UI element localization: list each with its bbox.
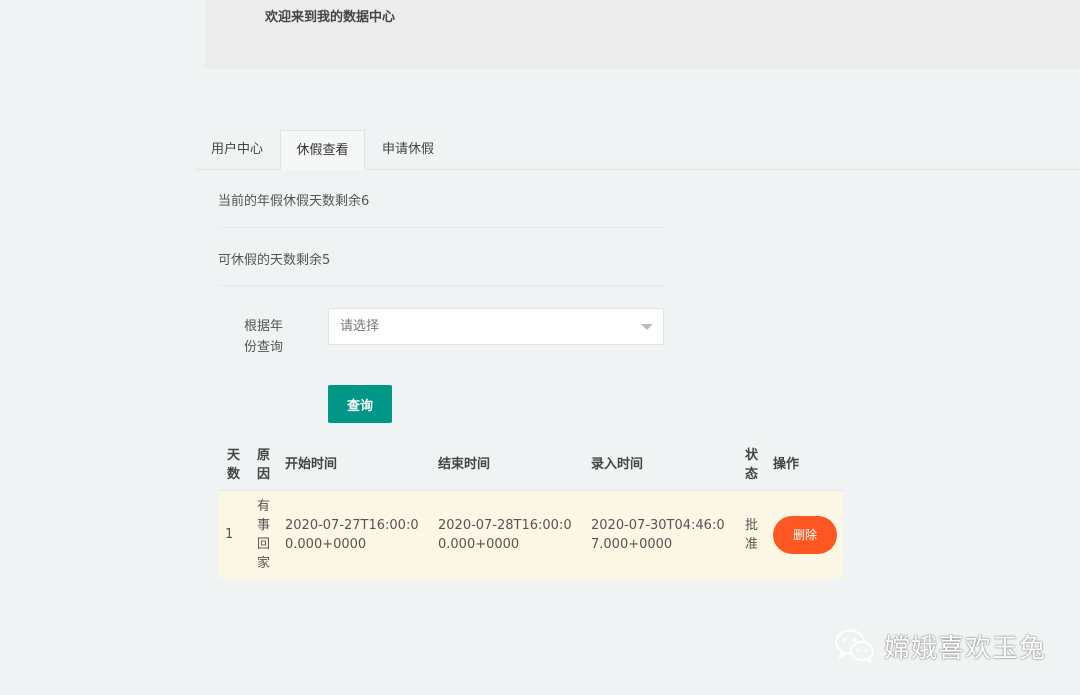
divider xyxy=(218,285,665,286)
year-filter-label: 根据年份查询 xyxy=(244,319,284,355)
column-header-created: 录入时间 xyxy=(584,440,736,491)
chevron-down-icon xyxy=(641,324,653,330)
column-header-status: 状态 xyxy=(736,440,766,491)
tab-leave-view[interactable]: 休假查看 xyxy=(280,130,365,170)
available-days-remaining: 可休假的天数剩余5 xyxy=(218,253,331,268)
table-row: 1 有事回家 2020-07-27T16:00:00.000+0000 2020… xyxy=(218,490,843,579)
column-header-start: 开始时间 xyxy=(278,440,431,491)
column-header-end: 结束时间 xyxy=(431,440,584,491)
cell-days: 1 xyxy=(218,490,248,579)
leave-table: 天数 原因 开始时间 结束时间 录入时间 状态 操作 1 有事回家 2020-0… xyxy=(218,440,843,579)
table-header-row: 天数 原因 开始时间 结束时间 录入时间 状态 操作 xyxy=(218,440,843,491)
cell-status: 批准 xyxy=(736,490,766,579)
delete-button[interactable]: 删除 xyxy=(773,515,837,554)
cell-end: 2020-07-28T16:00:00.000+0000 xyxy=(431,490,584,579)
annual-leave-remaining: 当前的年假休假天数剩余6 xyxy=(218,194,370,209)
year-select-placeholder: 请选择 xyxy=(340,319,380,334)
divider xyxy=(218,227,665,228)
cell-reason: 有事回家 xyxy=(248,490,278,579)
year-select[interactable]: 请选择 xyxy=(328,308,664,345)
cell-start: 2020-07-27T16:00:00.000+0000 xyxy=(278,490,431,579)
tab-bar: 用户中心 休假查看 申请休假 xyxy=(197,130,1080,170)
wechat-icon xyxy=(835,629,874,663)
cell-action: 删除 xyxy=(766,490,843,579)
query-button[interactable]: 查询 xyxy=(328,385,392,423)
welcome-text: 欢迎来到我的数据中心 xyxy=(265,10,396,25)
column-header-days: 天数 xyxy=(218,440,248,491)
cell-created: 2020-07-30T04:46:07.000+0000 xyxy=(584,490,736,579)
watermark-text: 嫦娥喜欢玉兔 xyxy=(884,633,1047,664)
column-header-action: 操作 xyxy=(766,440,843,491)
column-header-reason: 原因 xyxy=(248,440,278,491)
tab-apply-leave[interactable]: 申请休假 xyxy=(368,130,448,169)
watermark: 嫦娥喜欢玉兔 xyxy=(834,624,1046,668)
page-header: 欢迎来到我的数据中心 xyxy=(205,0,1080,69)
tab-user-center[interactable]: 用户中心 xyxy=(197,130,277,169)
